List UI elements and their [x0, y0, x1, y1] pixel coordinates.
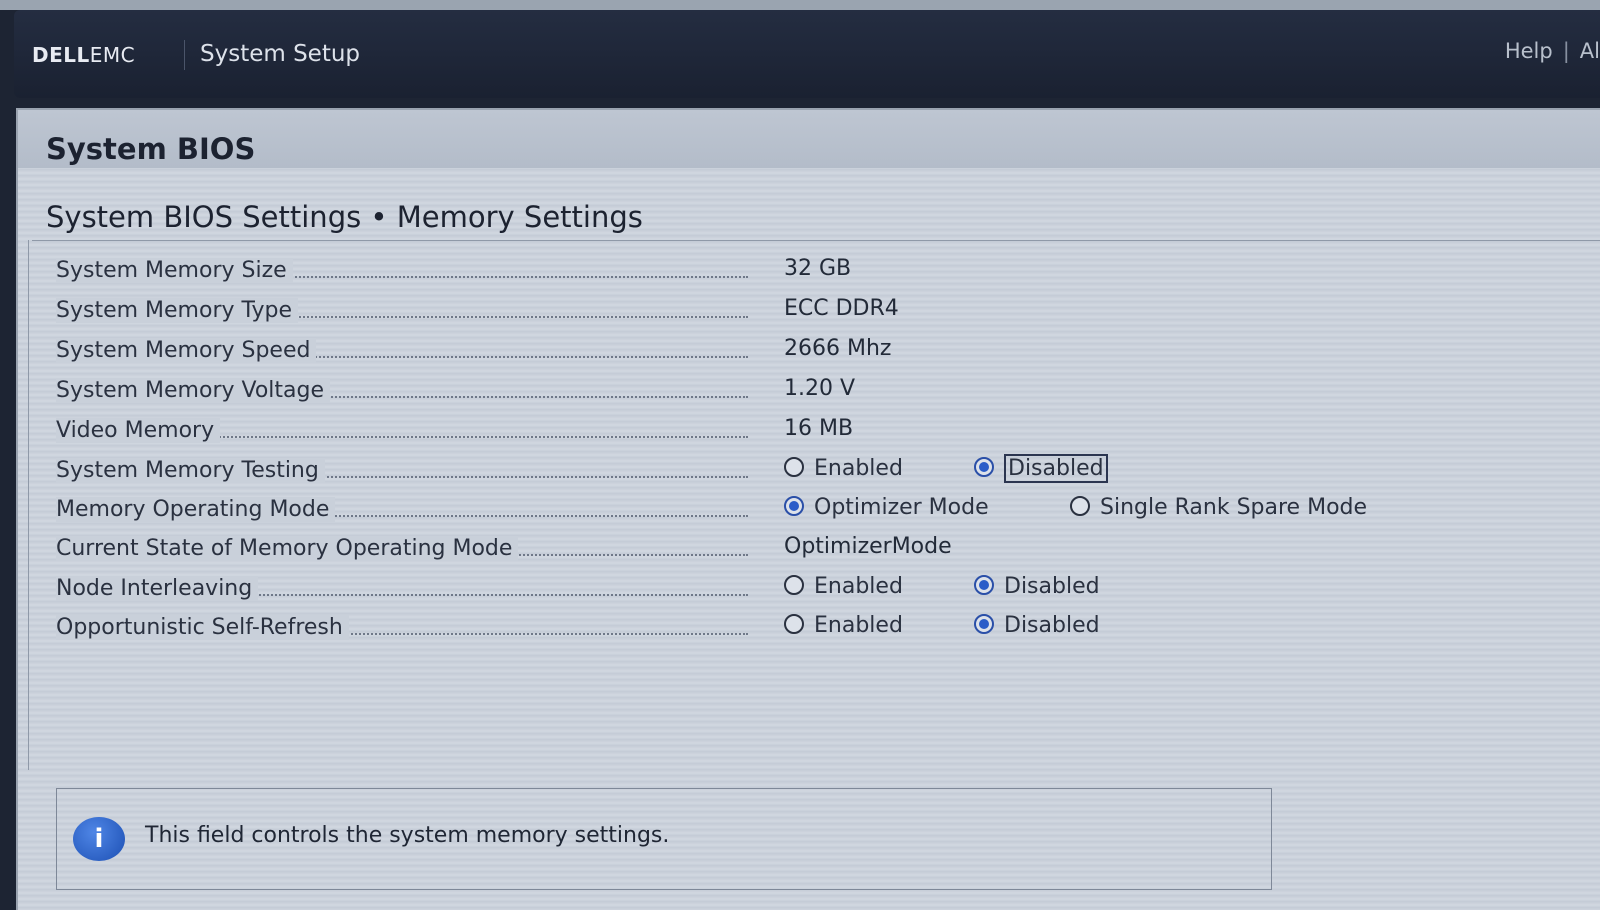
radio-unchecked-icon	[1070, 496, 1090, 516]
breadcrumb: System BIOS Settings • Memory Settings	[46, 200, 643, 234]
setting-row-memory-size: System Memory Size 32 GB	[56, 256, 1556, 288]
setting-label: System Memory Testing	[56, 458, 325, 483]
header-links: Help | Al	[1505, 39, 1600, 63]
setting-row-memory-speed: System Memory Speed 2666 Mhz	[56, 336, 1556, 368]
setting-value: 2666 Mhz	[784, 336, 892, 361]
setting-row-video-memory: Video Memory 16 MB	[56, 416, 1556, 448]
self-refresh-disabled-radio[interactable]: Disabled	[974, 613, 1100, 638]
info-icon: i	[73, 817, 125, 861]
setting-label: System Memory Size	[56, 258, 293, 283]
memory-testing-enabled-radio[interactable]: Enabled	[784, 456, 903, 481]
radio-checked-icon	[784, 496, 804, 516]
about-link[interactable]: Al	[1580, 39, 1600, 63]
help-info-box: i This field controls the system memory …	[56, 788, 1272, 890]
setting-row-operating-mode: Memory Operating Mode Optimizer Mode Sin…	[56, 495, 1556, 527]
help-text: This field controls the system memory se…	[145, 823, 670, 848]
setting-value: OptimizerMode	[784, 534, 952, 559]
self-refresh-enabled-radio[interactable]: Enabled	[784, 613, 903, 638]
radio-unchecked-icon	[784, 614, 804, 634]
radio-checked-icon	[974, 575, 994, 595]
setting-row-node-interleaving: Node Interleaving Enabled Disabled	[56, 574, 1556, 606]
setting-row-self-refresh: Opportunistic Self-Refresh Enabled Disab…	[56, 613, 1556, 645]
radio-unchecked-icon	[784, 575, 804, 595]
setting-row-memory-type: System Memory Type ECC DDR4	[56, 296, 1556, 328]
setting-row-memory-testing: System Memory Testing Enabled Disabled	[56, 454, 1556, 488]
setting-label: System Memory Speed	[56, 338, 317, 363]
panel-title-bar: System BIOS	[18, 110, 1600, 168]
node-interleaving-enabled-radio[interactable]: Enabled	[784, 574, 903, 599]
radio-checked-icon	[974, 614, 994, 634]
setting-label: Memory Operating Mode	[56, 497, 336, 522]
page-title: System BIOS	[46, 132, 256, 166]
setting-value: ECC DDR4	[784, 296, 899, 321]
setting-value: 16 MB	[784, 416, 854, 441]
header-divider	[184, 40, 185, 70]
setting-label: System Memory Type	[56, 298, 299, 323]
optimizer-mode-radio[interactable]: Optimizer Mode	[784, 495, 989, 520]
top-header-bar: DELLEMC System Setup Help | Al	[14, 10, 1600, 98]
setting-label: Video Memory	[56, 418, 221, 443]
header-link-separator: |	[1562, 39, 1570, 63]
setting-label: Current State of Memory Operating Mode	[56, 536, 519, 561]
setting-label: Opportunistic Self-Refresh	[56, 615, 349, 640]
setting-row-memory-voltage: System Memory Voltage 1.20 V	[56, 376, 1556, 408]
setting-row-current-operating-mode: Current State of Memory Operating Mode O…	[56, 534, 1556, 566]
panel-left-divider	[28, 240, 29, 770]
dell-emc-logo: DELLEMC	[32, 43, 136, 67]
focused-option: Disabled	[1004, 454, 1108, 483]
setting-value: 32 GB	[784, 256, 852, 281]
system-setup-title: System Setup	[200, 41, 361, 67]
setting-label: Node Interleaving	[56, 576, 259, 601]
radio-unchecked-icon	[784, 457, 804, 477]
node-interleaving-disabled-radio[interactable]: Disabled	[974, 574, 1100, 599]
breadcrumb-divider	[32, 240, 1600, 241]
single-rank-spare-mode-radio[interactable]: Single Rank Spare Mode	[1070, 495, 1367, 520]
setting-label: System Memory Voltage	[56, 378, 331, 403]
setting-value: 1.20 V	[784, 376, 856, 401]
radio-checked-icon	[974, 457, 994, 477]
memory-testing-disabled-radio[interactable]: Disabled	[974, 454, 1108, 483]
screen-top-edge	[0, 0, 1600, 10]
help-link[interactable]: Help	[1505, 39, 1553, 63]
